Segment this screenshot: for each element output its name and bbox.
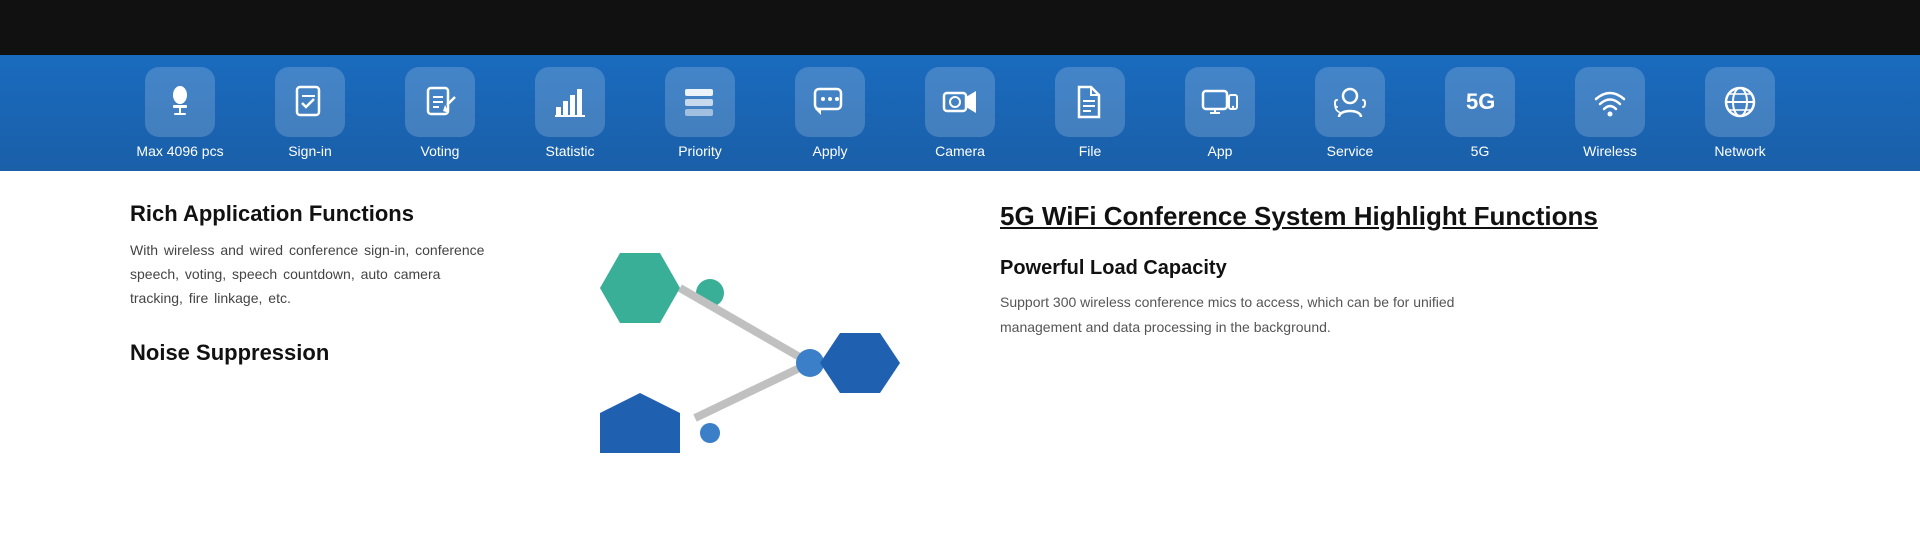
icon-item-voting[interactable]: Voting xyxy=(380,67,500,159)
icon-item-service[interactable]: Service xyxy=(1290,67,1410,159)
icon-label-voting: Voting xyxy=(421,143,460,159)
icon-label-priority: Priority xyxy=(678,143,722,159)
icon-item-priority[interactable]: Priority xyxy=(640,67,760,159)
icon-item-wireless[interactable]: Wireless xyxy=(1550,67,1670,159)
right-section: 5G WiFi Conference System Highlight Func… xyxy=(940,201,1920,514)
icon-item-statistic[interactable]: Statistic xyxy=(510,67,630,159)
top-black-bar xyxy=(0,0,1920,55)
icon-item-signin[interactable]: Sign-in xyxy=(250,67,370,159)
icon-box-network xyxy=(1705,67,1775,137)
icon-box-max4096 xyxy=(145,67,215,137)
icon-box-file xyxy=(1055,67,1125,137)
svg-text:5G: 5G xyxy=(1466,89,1495,114)
icon-item-apply[interactable]: Apply xyxy=(770,67,890,159)
icon-item-max4096[interactable]: Max 4096 pcs xyxy=(120,67,240,159)
middle-diagram xyxy=(520,201,940,514)
right-main-title: 5G WiFi Conference System Highlight Func… xyxy=(1000,201,1820,232)
left-text: With wireless and wired conference sign-… xyxy=(130,239,490,310)
icon-label-camera: Camera xyxy=(935,143,985,159)
icon-box-statistic xyxy=(535,67,605,137)
noise-title: Noise Suppression xyxy=(130,340,490,366)
icon-label-apply: Apply xyxy=(812,143,847,159)
icon-box-service xyxy=(1315,67,1385,137)
icon-box-voting xyxy=(405,67,475,137)
icon-box-wireless xyxy=(1575,67,1645,137)
icon-box-priority xyxy=(665,67,735,137)
icon-box-app xyxy=(1185,67,1255,137)
icon-box-signin xyxy=(275,67,345,137)
icon-item-network[interactable]: Network xyxy=(1680,67,1800,159)
icon-label-file: File xyxy=(1079,143,1102,159)
left-section: Rich Application Functions With wireless… xyxy=(0,201,520,514)
icon-label-max4096: Max 4096 pcs xyxy=(136,143,223,159)
right-sub-title: Powerful Load Capacity xyxy=(1000,257,1820,280)
icon-item-app[interactable]: App xyxy=(1160,67,1280,159)
icon-box-5g: 5G xyxy=(1445,67,1515,137)
content-area: Rich Application Functions With wireless… xyxy=(0,171,1920,514)
icon-label-wireless: Wireless xyxy=(1583,143,1637,159)
icon-box-camera xyxy=(925,67,995,137)
left-title: Rich Application Functions xyxy=(130,201,490,227)
icon-label-network: Network xyxy=(1714,143,1765,159)
right-text: Support 300 wireless conference mics to … xyxy=(1000,290,1500,340)
icon-label-statistic: Statistic xyxy=(545,143,594,159)
icon-item-5g[interactable]: 5G 5G xyxy=(1420,67,1540,159)
icon-item-camera[interactable]: Camera xyxy=(900,67,1020,159)
icon-label-app: App xyxy=(1208,143,1233,159)
icon-label-service: Service xyxy=(1327,143,1374,159)
diagram-svg xyxy=(540,233,920,483)
icon-bar: Max 4096 pcs Sign-in Voting xyxy=(0,55,1920,171)
icon-label-5g: 5G xyxy=(1471,143,1490,159)
icon-label-signin: Sign-in xyxy=(288,143,332,159)
icon-item-file[interactable]: File xyxy=(1030,67,1150,159)
icon-box-apply xyxy=(795,67,865,137)
